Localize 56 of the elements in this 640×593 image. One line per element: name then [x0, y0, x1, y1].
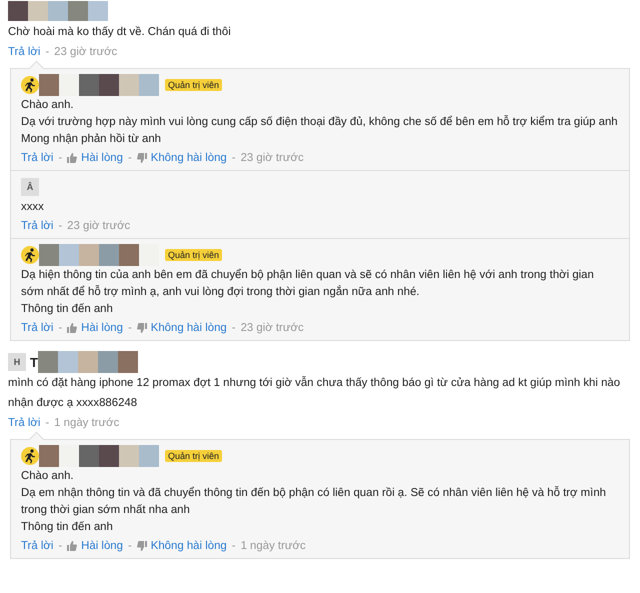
thumbs-down-icon	[136, 153, 147, 163]
timestamp: 23 giờ trước	[67, 220, 130, 232]
separator: -	[128, 322, 132, 334]
reply-text: Chào anh.	[21, 469, 75, 484]
separator: -	[232, 322, 236, 334]
separator: -	[45, 417, 50, 429]
reply-link[interactable]: Trả lời	[21, 322, 54, 334]
admin-badge: Quản trị viên	[165, 450, 222, 462]
thumbs-up-icon	[67, 541, 78, 551]
comment-text: Chờ hoài mà ko thấy dt về. Chán quá đi thôi	[8, 25, 232, 40]
like-link[interactable]: Hài lòng	[67, 152, 123, 164]
reply-link[interactable]: Trả lời	[21, 220, 54, 232]
dislike-link[interactable]: Không hài lòng	[136, 540, 227, 552]
reply-text: Dạ với trường hợp này mình vui lòng cung cấp số điện thoại đầy đủ, không che số để bên em hỗ trợ kiểm tra giúp anh	[21, 114, 619, 130]
runner-avatar-icon	[21, 246, 39, 264]
reply-text: Thông tin đến anh	[21, 302, 114, 317]
dislike-link[interactable]: Không hài lòng	[136, 322, 227, 334]
avatar-letter: Â	[21, 178, 39, 196]
reply-text: Dạ em nhận thông tin và đã chuyển thông tin đến bộ phận có liên quan rồi ạ. Sẽ có nhân viên liên hệ và hỗ trợ mình trong thời gian sớm nhất nha anh	[21, 485, 607, 518]
timestamp: 23 giờ trước	[240, 322, 304, 334]
timestamp: 1 ngày trước	[240, 540, 306, 552]
separator: -	[232, 152, 236, 164]
separator: -	[58, 322, 62, 334]
separator: -	[128, 152, 132, 164]
like-link[interactable]: Hài lòng	[67, 540, 123, 552]
avatar-letter: H	[8, 353, 26, 371]
reply-text: Thông tin đến anh	[21, 520, 114, 535]
reply-link[interactable]: Trả lời	[8, 417, 40, 429]
separator: -	[45, 46, 50, 58]
separator: -	[58, 220, 62, 232]
author-name: T	[30, 354, 38, 370]
reply-text: Chào anh.	[21, 98, 75, 113]
runner-avatar-icon	[21, 447, 39, 465]
thumbs-up-icon	[67, 153, 78, 163]
reply-text: xxxx	[21, 200, 45, 215]
thumbs-up-icon	[67, 323, 78, 333]
reply-link[interactable]: Trả lời	[8, 46, 40, 58]
timestamp: 23 giờ trước	[240, 152, 304, 164]
reply-link[interactable]: Trả lời	[21, 152, 54, 164]
timestamp: 23 giờ trước	[54, 46, 118, 58]
separator: -	[58, 152, 62, 164]
admin-badge: Quản trị viên	[165, 249, 222, 261]
thumbs-down-icon	[136, 541, 147, 551]
comment-text: mình có đặt hàng iphone 12 promax đợt 1 nhưng tới giờ vẫn chưa thấy thông báo gì từ cửa hàng ad kt giúp mình khi nào nhận được ạ xxxx886248	[8, 375, 622, 411]
dislike-link[interactable]: Không hài lòng	[136, 152, 227, 164]
separator: -	[128, 540, 132, 552]
separator: -	[232, 540, 236, 552]
admin-badge: Quản trị viên	[165, 79, 222, 91]
reply-text: Mong nhận phản hồi từ anh	[21, 132, 162, 147]
reply-link[interactable]: Trả lời	[21, 540, 54, 552]
like-link[interactable]: Hài lòng	[67, 322, 123, 334]
timestamp: 1 ngày trước	[54, 417, 120, 429]
separator: -	[58, 540, 62, 552]
reply-text: Dạ hiện thông tin của anh bên em đã chuyển bộ phận liên quan và sẽ có nhân viên liên hệ với anh trong thời gian sớm nhất để hỗ trợ mình ạ, anh vui lòng đợi trong thời gian ngắn nữa anh nhé.	[21, 268, 595, 300]
runner-avatar-icon	[21, 76, 39, 94]
thumbs-down-icon	[136, 323, 147, 333]
